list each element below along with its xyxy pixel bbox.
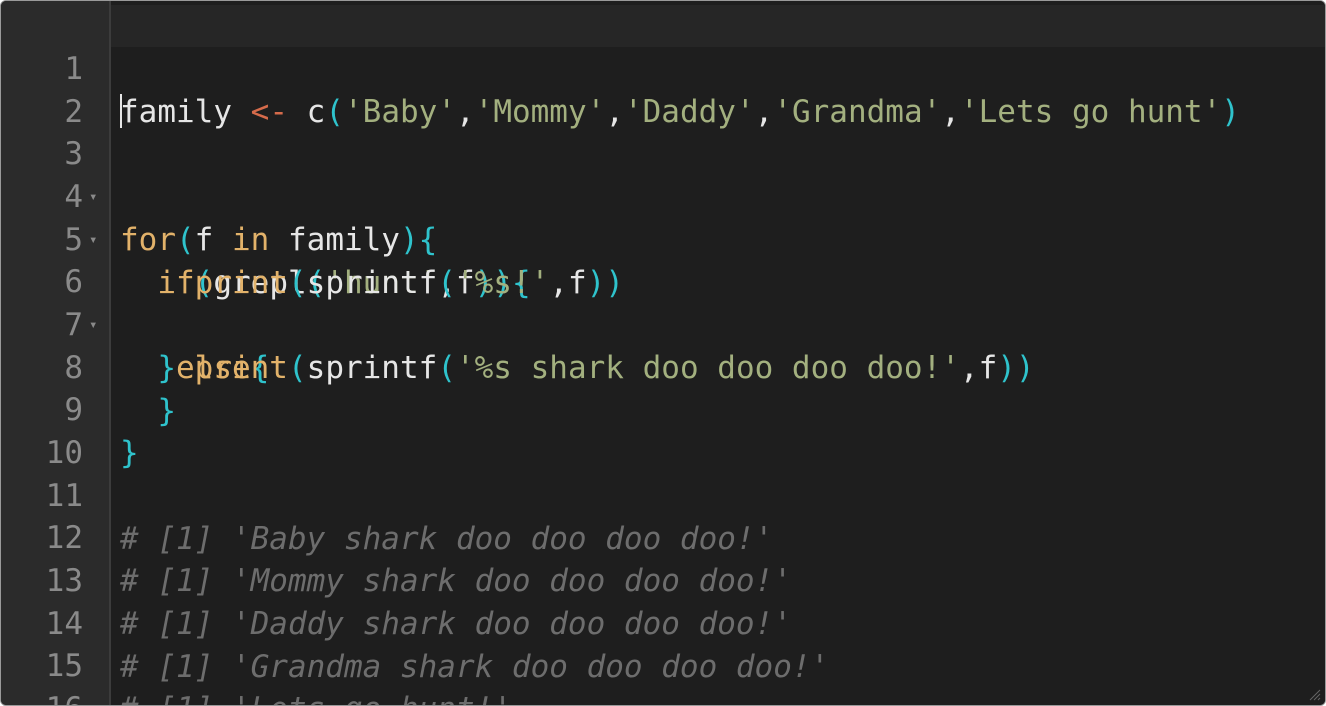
code-line-1[interactable]: 1 family <- c('Baby','Mommy','Daddy','Gr… [1,5,1325,130]
code-line-3[interactable]: 3 ▾ for(f in family){ [1,90,1325,258]
code-line-8[interactable]: 8 } [1,304,1325,429]
code-line-5[interactable]: 5 print(sprintf('%s!',f)) [1,176,1325,301]
code-editor-window: 1 family <- c('Baby','Mommy','Daddy','Gr… [0,0,1326,706]
code-line-11[interactable]: 11 # [1] 'Baby shark doo doo doo doo!' [1,432,1325,557]
code-line-14[interactable]: 14 # [1] 'Grandma shark doo doo doo doo!… [1,560,1325,685]
code-line-12[interactable]: 12 # [1] 'Mommy shark doo doo doo doo!' [1,474,1325,599]
code-line-7[interactable]: 7 print(sprintf('%s shark doo doo doo do… [1,261,1325,386]
code-line-13[interactable]: 13 # [1] 'Daddy shark doo doo doo doo!' [1,517,1325,642]
code-line-9[interactable]: 9 } [1,346,1325,471]
code-line-15[interactable]: 15 # [1] 'Lets go hunt!' [1,602,1325,705]
comment[interactable]: # [1] 'Lets go hunt!' [120,688,512,705]
line-number: 16 [1,688,83,705]
code-line-4[interactable]: 4 ▾ if(grepl('hunt',f)){ [1,133,1325,301]
resize-handle-icon[interactable] [1307,687,1321,701]
code-line-2[interactable]: 2 [1,48,1325,130]
code-line-6[interactable]: 6 ▾ }else{ [1,218,1325,386]
code-line-16[interactable]: 16 [1,645,1325,705]
code-line-10[interactable]: 10 [1,389,1325,471]
